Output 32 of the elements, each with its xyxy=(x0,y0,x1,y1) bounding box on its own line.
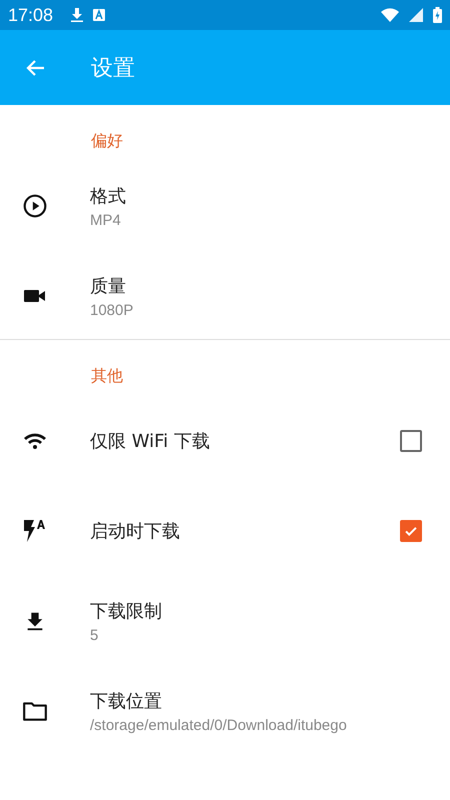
wifi-icon xyxy=(22,432,48,450)
wifi-icon xyxy=(381,8,399,22)
checkbox[interactable] xyxy=(400,520,422,542)
item-title: 启动时下载 xyxy=(90,520,181,543)
item-value: MP4 xyxy=(90,212,122,228)
screen-title: 设置 xyxy=(91,54,135,82)
item-title: 质量 xyxy=(90,274,127,298)
video-camera-icon xyxy=(22,287,48,305)
item-value: /storage/emulated/0/Download/itubego xyxy=(90,716,348,734)
settings-item[interactable]: 下载限制 5 xyxy=(0,576,450,666)
settings-item[interactable]: 仅限 WiFi 下载 xyxy=(0,396,450,486)
item-title: 格式 xyxy=(90,184,127,208)
item-value: 5 xyxy=(90,626,100,644)
flash-auto-icon xyxy=(22,518,48,544)
notification-icon xyxy=(93,9,106,21)
status-time: 17:08 xyxy=(8,4,54,26)
settings-item[interactable]: 格式 MP4 xyxy=(0,161,450,251)
settings-item[interactable]: 下载位置 /storage/emulated/0/Download/itubego xyxy=(0,666,450,756)
download-icon xyxy=(71,8,84,22)
settings-item[interactable]: 启动时下载 xyxy=(0,486,450,576)
section-header: 偏好 xyxy=(90,130,124,152)
item-title: 下载位置 xyxy=(90,690,163,712)
item-value: 1080P xyxy=(90,302,134,318)
checkbox[interactable] xyxy=(400,430,422,452)
item-title: 仅限 WiFi 下载 xyxy=(90,430,211,453)
section-header: 其他 xyxy=(90,365,124,387)
signal-icon xyxy=(409,8,423,22)
battery-icon xyxy=(433,7,442,23)
folder-icon xyxy=(22,700,48,722)
play-circle-icon xyxy=(22,193,48,219)
settings-item[interactable]: 质量 1080P xyxy=(0,251,450,341)
item-title: 下载限制 xyxy=(90,600,163,622)
